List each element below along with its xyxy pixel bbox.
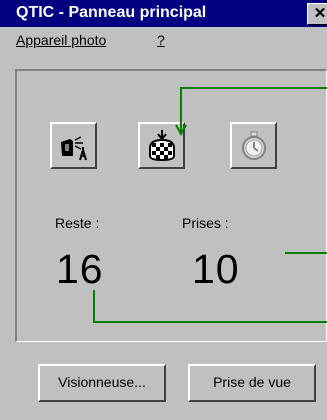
title-bar: QTIC - Panneau principal ✕ [0,0,327,27]
self-timer-icon [242,131,266,160]
capture-button[interactable]: Prise de vue [188,364,316,402]
shutter-release-button[interactable] [138,122,185,169]
shutter-release-icon [149,130,175,162]
remaining-count: 16 [56,246,104,292]
window-title: QTIC - Panneau principal [16,4,207,21]
taken-count: 10 [192,246,240,292]
taken-label: Prises : [182,215,229,231]
self-timer-button[interactable] [230,122,277,169]
menu-camera[interactable]: Appareil photo [16,32,106,48]
menu-bar: Appareil photo ? [0,27,327,53]
viewer-button[interactable]: Visionneuse... [38,364,166,402]
close-icon: ✕ [313,5,327,22]
close-button[interactable]: ✕ [307,3,327,25]
remaining-label: Reste : [55,215,100,231]
camera-settings-button[interactable] [50,122,97,169]
menu-help[interactable]: ? [157,32,165,48]
camera-settings-icon [61,136,87,161]
main-panel [15,69,327,342]
